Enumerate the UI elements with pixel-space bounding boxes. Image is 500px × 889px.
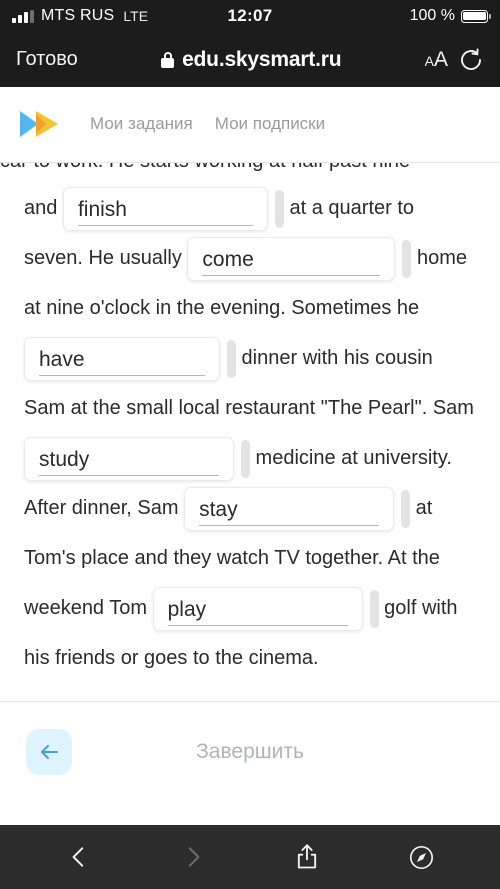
answer-input-come[interactable]: come [187, 236, 396, 281]
answer-input-have-wrapper: have [24, 336, 236, 381]
url-text: edu.skysmart.ru [182, 47, 342, 71]
lock-icon [161, 51, 175, 68]
skysmart-logo[interactable] [18, 107, 66, 141]
reload-icon[interactable] [458, 47, 484, 73]
answer-input-stay-resize-handle[interactable] [401, 489, 411, 528]
answer-input-finish-value: finish [77, 195, 253, 226]
tab-my-assignments[interactable]: Мои задания [90, 114, 193, 134]
url-display[interactable]: edu.skysmart.ru [88, 48, 415, 72]
answer-input-come-wrapper: come [187, 236, 412, 281]
browser-bottom-toolbar [0, 825, 500, 889]
answer-input-play[interactable]: play [152, 586, 363, 631]
answer-input-play-resize-handle[interactable] [369, 589, 379, 628]
text-size-large-a: A [433, 47, 448, 71]
back-button[interactable] [26, 729, 72, 775]
answer-input-study-value: study [39, 445, 219, 476]
answer-input-have-value: have [39, 345, 205, 376]
finish-label: Завершить [196, 740, 304, 763]
network-type-label: LTE [123, 8, 149, 24]
app-header: Мои задания Мои подписки [0, 87, 500, 162]
answer-input-study-wrapper: study [24, 436, 250, 481]
answer-input-finish[interactable]: finish [62, 186, 268, 231]
tabs-button[interactable] [404, 840, 438, 874]
answer-input-study[interactable]: study [24, 436, 234, 481]
answer-input-play-wrapper: play [152, 586, 379, 631]
answer-input-stay[interactable]: stay [184, 486, 395, 531]
status-bar-right: 100 % [409, 7, 491, 25]
text-size-small-a: A [424, 52, 434, 69]
carrier-label: MTS RUS [41, 7, 115, 24]
answer-input-study-resize-handle[interactable] [241, 439, 250, 478]
share-button[interactable] [290, 840, 324, 874]
text-size-button[interactable]: AA [425, 48, 448, 72]
exercise-text: and finish at a quarter to seven. He usu… [0, 183, 500, 683]
answer-input-stay-value: stay [199, 495, 380, 526]
tab-my-subscriptions[interactable]: Мои подписки [215, 114, 325, 134]
status-bar-left: MTS RUS LTE [12, 7, 148, 25]
answer-input-have-resize-handle[interactable] [227, 339, 236, 378]
phone-screen: MTS RUS LTE 12:07 100 % Готово edu.skysm… [0, 0, 500, 889]
battery-percent-label: 100 % [409, 7, 455, 24]
signal-strength-icon [12, 9, 34, 23]
ios-status-bar: MTS RUS LTE 12:07 100 % [0, 0, 500, 32]
exercise-sheet: car to work. He starts working at half p… [0, 162, 500, 825]
battery-icon [461, 9, 491, 23]
exercise-footer: Завершить [0, 702, 500, 802]
nav-back-button[interactable] [62, 840, 96, 874]
exercise-text-segment: and [24, 197, 63, 219]
browser-address-bar: Готово edu.skysmart.ru AA [0, 32, 500, 87]
nav-forward-button[interactable] [176, 840, 210, 874]
answer-input-have[interactable]: have [24, 336, 220, 381]
answer-input-finish-resize-handle[interactable] [274, 189, 284, 228]
answer-input-finish-wrapper: finish [62, 186, 284, 231]
answer-input-play-value: play [167, 595, 348, 626]
clipped-text-line: car to work. He starts working at half p… [0, 163, 500, 183]
answer-input-come-value: come [202, 245, 381, 276]
done-button[interactable]: Готово [16, 48, 78, 71]
answer-input-stay-wrapper: stay [184, 486, 411, 531]
app-nav-tabs: Мои задания Мои подписки [90, 114, 325, 134]
